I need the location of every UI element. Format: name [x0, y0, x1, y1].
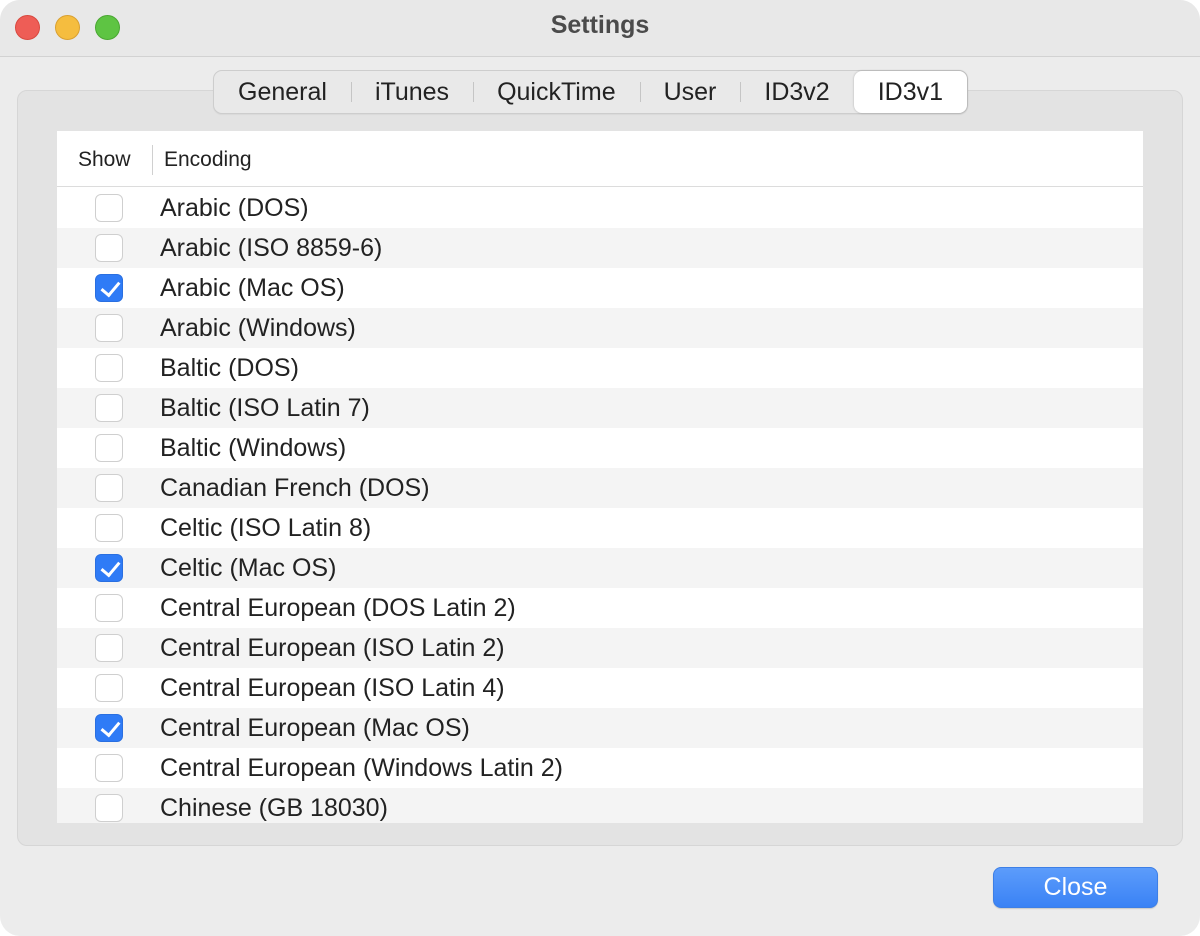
table-row[interactable]: Central European (ISO Latin 4) — [57, 668, 1143, 708]
show-checkbox[interactable] — [95, 274, 123, 302]
table-row[interactable]: Arabic (DOS) — [57, 188, 1143, 228]
encoding-label: Baltic (DOS) — [160, 354, 299, 382]
table-row[interactable]: Celtic (ISO Latin 8) — [57, 508, 1143, 548]
table-row[interactable]: Baltic (ISO Latin 7) — [57, 388, 1143, 428]
table-body: Arabic (DOS) Arabic (ISO 8859-6) Arabic (M… — [57, 188, 1143, 823]
table-row[interactable]: Baltic (Windows) — [57, 428, 1143, 468]
show-checkbox[interactable] — [95, 194, 123, 222]
table-row[interactable]: Celtic (Mac OS) — [57, 548, 1143, 588]
table-row[interactable]: Arabic (Windows) — [57, 308, 1143, 348]
tab-id3v1[interactable]: ID3v1 — [853, 71, 968, 113]
encoding-label: Central European (DOS Latin 2) — [160, 594, 516, 622]
column-divider — [152, 145, 153, 175]
encoding-table[interactable]: Show Encoding Arabic (DOS) Arabic (ISO 88… — [57, 131, 1143, 823]
encoding-label: Chinese (GB 18030) — [160, 794, 388, 822]
encoding-label: Central European (Windows Latin 2) — [160, 754, 563, 782]
encoding-label: Celtic (ISO Latin 8) — [160, 514, 372, 542]
show-checkbox[interactable] — [95, 314, 123, 342]
table-row[interactable]: Chinese (GB 18030) — [57, 788, 1143, 823]
close-button[interactable]: Close — [993, 867, 1158, 908]
show-checkbox[interactable] — [95, 554, 123, 582]
table-header: Show Encoding — [57, 131, 1143, 187]
tab-general[interactable]: General — [214, 71, 351, 113]
show-checkbox[interactable] — [95, 594, 123, 622]
table-row[interactable]: Arabic (ISO 8859-6) — [57, 228, 1143, 268]
show-checkbox[interactable] — [95, 794, 123, 822]
table-row[interactable]: Arabic (Mac OS) — [57, 268, 1143, 308]
encoding-label: Central European (Mac OS) — [160, 714, 470, 742]
show-checkbox[interactable] — [95, 474, 123, 502]
show-checkbox[interactable] — [95, 354, 123, 382]
show-checkbox[interactable] — [95, 234, 123, 262]
show-checkbox[interactable] — [95, 394, 123, 422]
encoding-label: Central European (ISO Latin 4) — [160, 674, 505, 702]
encoding-label: Canadian French (DOS) — [160, 474, 430, 502]
encoding-label: Arabic (Mac OS) — [160, 274, 345, 302]
encoding-label: Arabic (Windows) — [160, 314, 356, 342]
encoding-label: Arabic (DOS) — [160, 194, 309, 222]
show-checkbox[interactable] — [95, 674, 123, 702]
column-header-show[interactable]: Show — [78, 148, 131, 172]
title-bar: Settings — [0, 0, 1200, 57]
show-checkbox[interactable] — [95, 434, 123, 462]
tab-quicktime[interactable]: QuickTime — [473, 71, 640, 113]
show-checkbox[interactable] — [95, 714, 123, 742]
encoding-label: Baltic (ISO Latin 7) — [160, 394, 370, 422]
encoding-label: Baltic (Windows) — [160, 434, 347, 462]
window-title: Settings — [550, 11, 650, 39]
table-row[interactable]: Central European (DOS Latin 2) — [57, 588, 1143, 628]
table-row[interactable]: Baltic (DOS) — [57, 348, 1143, 388]
table-row[interactable]: Central European (Windows Latin 2) — [57, 748, 1143, 788]
table-row[interactable]: Canadian French (DOS) — [57, 468, 1143, 508]
settings-window: Settings General iTunes QuickTime User I… — [0, 0, 1200, 936]
table-row[interactable]: Central European (ISO Latin 2) — [57, 628, 1143, 668]
encoding-label: Central European (ISO Latin 2) — [160, 634, 505, 662]
show-checkbox[interactable] — [95, 514, 123, 542]
tab-user[interactable]: User — [639, 71, 741, 113]
encoding-label: Arabic (ISO 8859-6) — [160, 234, 383, 262]
table-row[interactable]: Central European (Mac OS) — [57, 708, 1143, 748]
show-checkbox[interactable] — [95, 754, 123, 782]
encoding-label: Celtic (Mac OS) — [160, 554, 337, 582]
column-header-encoding[interactable]: Encoding — [164, 148, 252, 172]
tab-itunes[interactable]: iTunes — [350, 71, 473, 113]
tab-id3v2[interactable]: ID3v2 — [740, 71, 853, 113]
show-checkbox[interactable] — [95, 634, 123, 662]
tab-bar: General iTunes QuickTime User ID3v2 ID3v… — [213, 70, 969, 114]
